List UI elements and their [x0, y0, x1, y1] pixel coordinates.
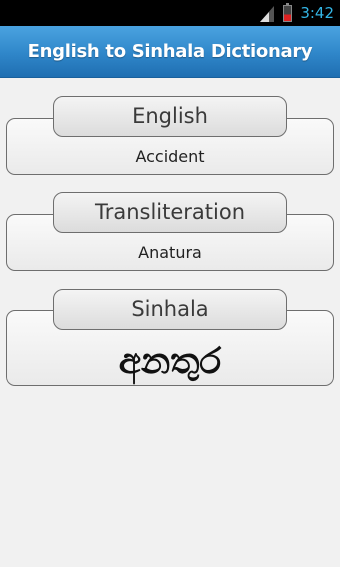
transliteration-panel-header: Transliteration: [53, 192, 287, 233]
status-bar: 3:42: [0, 0, 340, 26]
english-panel-header: English: [53, 96, 287, 137]
english-word: Accident: [135, 147, 205, 166]
transliteration-word: Anatura: [138, 243, 202, 262]
sinhala-word: අනතුර: [118, 341, 222, 382]
sinhala-panel-header: Sinhala: [53, 289, 287, 330]
status-clock: 3:42: [300, 4, 334, 22]
signal-icon: [260, 6, 274, 22]
battery-icon: [283, 3, 292, 22]
app-title: English to Sinhala Dictionary: [27, 41, 313, 62]
action-bar: English to Sinhala Dictionary: [0, 26, 340, 78]
